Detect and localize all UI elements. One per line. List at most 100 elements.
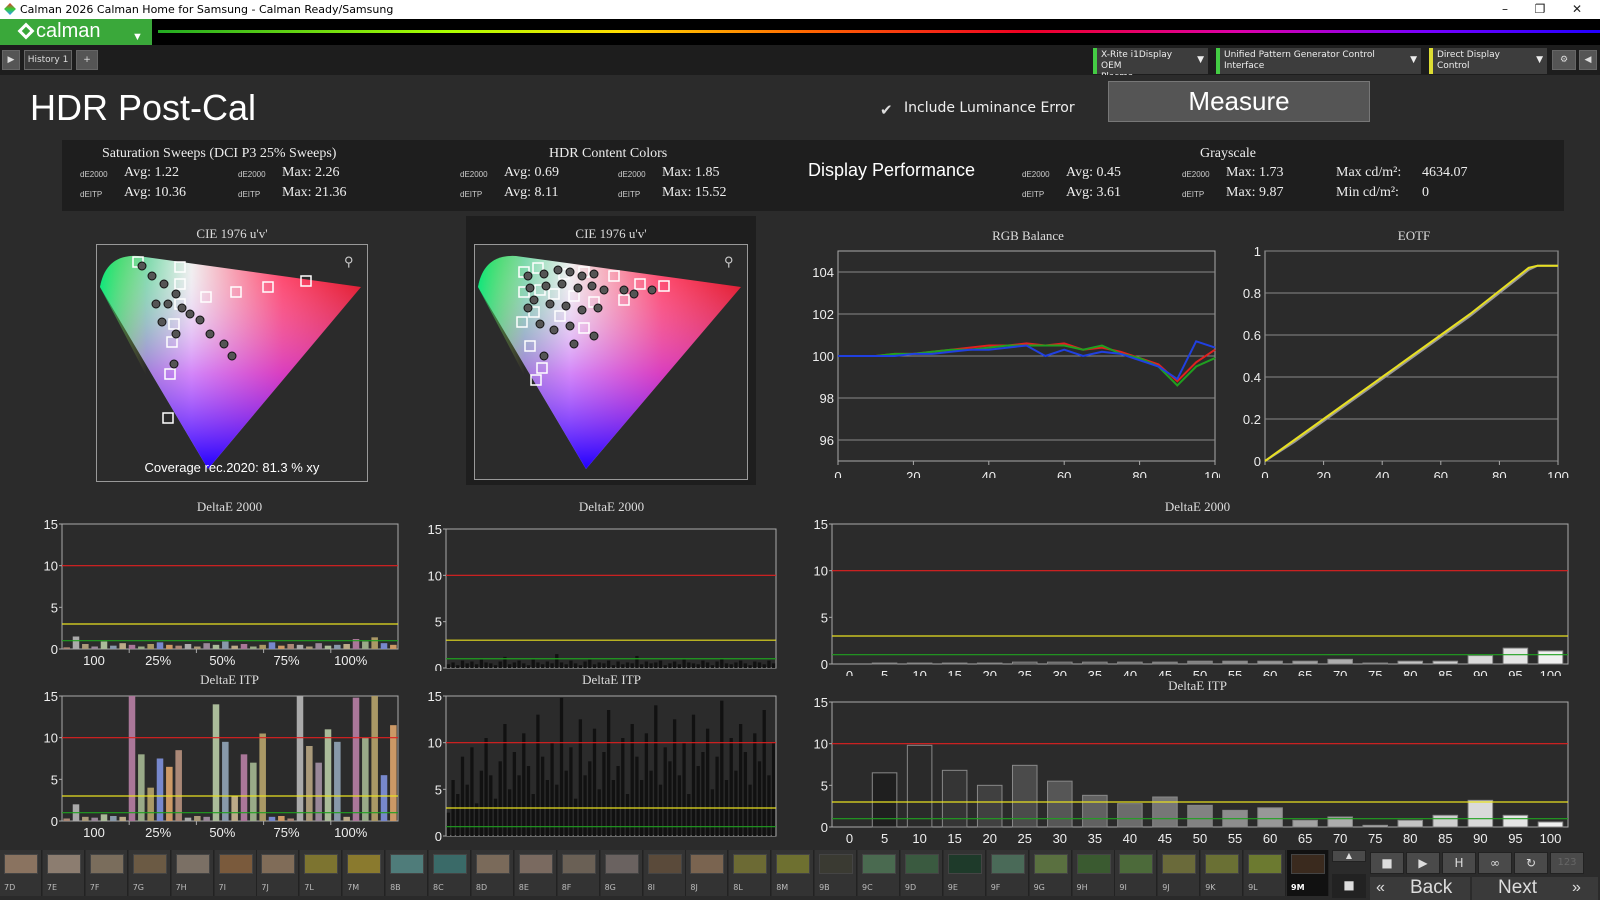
loop-icon[interactable]: ∞ [1478,852,1512,874]
patch-color [947,854,982,874]
patch-9c[interactable]: 9C [858,850,900,896]
save-icon[interactable]: H [1442,852,1476,874]
include-luminance-error-checkbox[interactable]: ✔ Include Luminance Error [880,100,1075,119]
plot-frame [831,523,1569,665]
patch-color [561,854,596,874]
bar [635,756,639,836]
app-icon [4,3,16,15]
de2000-label: dE2000 [460,170,488,179]
patch-8l[interactable]: 8L [729,850,772,896]
patch-8i[interactable]: 8I [643,850,686,896]
back-button[interactable]: « Back [1370,877,1470,900]
de2000-saturation-chart: 15 10 5 0 100 25% 50% 75% 100% [44,517,399,668]
bar [82,644,89,649]
display-control-select[interactable]: Direct Display Control ▼ [1429,48,1547,74]
patch-9f[interactable]: 9F [986,850,1029,896]
patch-8e[interactable]: 8E [514,850,557,896]
gear-icon[interactable]: ⚙ [1552,50,1576,70]
measure-button[interactable]: Measure [1108,81,1370,122]
patch-9d[interactable]: 9D [900,850,943,896]
bar [531,794,535,836]
play-sidebar-button[interactable]: ▶ [2,50,20,70]
patch-8m[interactable]: 8M [772,850,815,896]
bar [545,661,550,668]
cie-diagram-1[interactable]: ⚲ Coverage rec.2020: 81.3 % xy [96,244,368,482]
patch-7j[interactable]: 7J [257,850,300,896]
next-button[interactable]: Next » [1472,877,1598,900]
patch-7h[interactable]: 7H [171,850,214,896]
patch-7e[interactable]: 7E [42,850,85,896]
patch-9b[interactable]: 9B [815,850,858,896]
y-tick-label: 102 [812,307,834,322]
x-tick-label: 100 [1204,469,1220,478]
zoom-icon[interactable]: ⚲ [724,254,734,269]
measured-dot [589,331,599,341]
bar [343,644,350,649]
measured-dot [599,285,609,295]
bar [390,644,397,649]
patch-7i[interactable]: 7I [214,850,257,896]
patch-8j[interactable]: 8J [686,850,729,896]
x-tick-label: 25% [145,653,171,668]
y-tick-label: 5 [435,782,442,797]
deitp-label: dEITP [460,190,483,199]
measured-dot [573,283,583,293]
patch-7m[interactable]: 7M [343,850,386,896]
meter-name: X-Rite i1Display OEM [1101,50,1173,71]
scroll-up-icon[interactable]: ▲ [1332,850,1366,862]
patch-8f[interactable]: 8F [557,850,600,896]
stop-icon[interactable]: ■ [1370,852,1404,874]
patch-label: 9L [1248,883,1258,892]
close-button[interactable]: ✕ [1562,0,1592,19]
patch-8b[interactable]: 8B [386,850,429,896]
deitp-label: dEITP [618,190,641,199]
meter-select[interactable]: X-Rite i1Display OEM Plasma ▼ [1093,48,1208,82]
patch-8c[interactable]: 8C [429,850,471,896]
tab-history-1[interactable]: History 1 [24,50,72,70]
maximize-button[interactable]: ❐ [1525,0,1555,19]
max-luminance-label: Max cd/m²: [1336,165,1402,180]
measured-dot [557,279,567,289]
pattern-generator-select[interactable]: Unified Pattern Generator Control Interf… [1216,48,1421,74]
bar [941,662,968,665]
patch-8g[interactable]: 8G [600,850,643,896]
measured-dot [541,281,551,291]
collapse-icon[interactable]: ◀ [1579,50,1597,70]
patch-label: 8L [733,883,743,892]
zoom-icon[interactable]: ⚲ [344,254,354,269]
y-tick-label: 10 [428,568,442,583]
patch-8d[interactable]: 8D [471,850,514,896]
de2000-label: dE2000 [80,170,108,179]
back-arrow-icon: « [1376,879,1385,896]
patch-9h[interactable]: 9H [1072,850,1115,896]
x-tick-label: 0 [846,668,853,676]
add-tab-button[interactable]: + [76,50,98,70]
patch-9l[interactable]: 9L [1244,850,1287,896]
minimize-button[interactable]: – [1490,0,1520,19]
patch-label: 8I [647,883,655,892]
cie-diagram-2[interactable]: ⚲ [474,244,748,480]
patch-9k[interactable]: 9K [1201,850,1244,896]
play-icon[interactable]: ▶ [1406,852,1440,874]
refresh-icon[interactable]: ↻ [1514,852,1548,874]
x-tick-label: 100 [83,825,105,840]
patch-9g[interactable]: 9G [1029,850,1072,896]
patch-7l[interactable]: 7L [300,850,343,896]
patch-label: 8G [604,883,616,892]
bar [668,663,672,668]
number-badge[interactable]: 123 [1550,852,1584,874]
page-title: HDR Post-Cal [30,87,257,128]
x-tick-label: 90 [1473,831,1487,846]
patch-7d[interactable]: 7D [0,850,42,896]
x-tick-label: 100 [1547,469,1569,478]
patch-9i[interactable]: 9I [1115,850,1158,896]
calman-menu-button[interactable]: calman ▼ [0,19,152,45]
de2000-hdr-chart: 15 10 5 0 [428,522,777,671]
bar [540,664,545,668]
patch-7f[interactable]: 7F [85,850,128,896]
patch-9j[interactable]: 9J [1158,850,1201,896]
patch-9m[interactable]: 9M [1287,850,1329,896]
stop-button[interactable]: ■ [1332,874,1366,898]
patch-7g[interactable]: 7G [128,850,171,896]
patch-9e[interactable]: 9E [943,850,986,896]
